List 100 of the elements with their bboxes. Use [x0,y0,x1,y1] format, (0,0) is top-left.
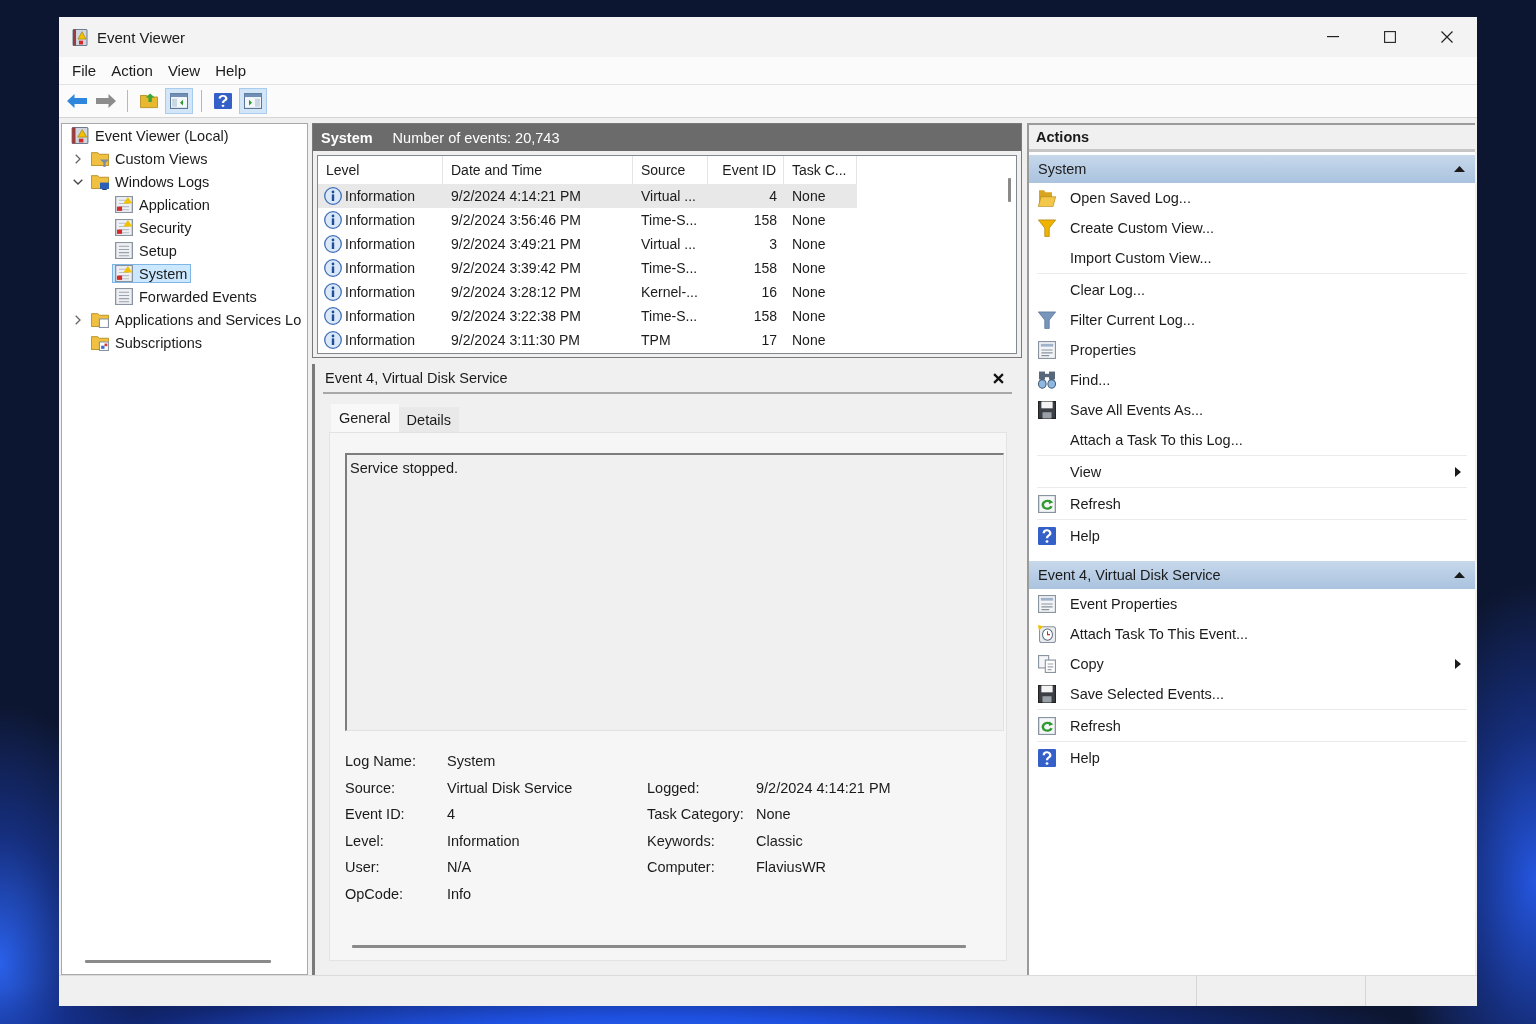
command-link[interactable]: Attach Task To This Event... [1029,619,1475,649]
collapse-arrow-icon [1454,572,1465,578]
tab[interactable]: Details [398,407,459,432]
command-link[interactable]: Save Selected Events... [1029,679,1475,709]
section-header[interactable]: Event 4, Virtual Disk Service [1029,561,1475,589]
chevron-right-icon[interactable] [75,314,81,325]
command-link[interactable]: Help [1029,743,1475,773]
field-value: Info [447,885,473,902]
folder-page-icon [91,311,109,328]
table-cell-text: 9/2/2024 3:11:30 PM [450,331,581,350]
command-link[interactable]: Copy [1029,649,1475,679]
command-link[interactable]: Clear Log... [1029,275,1475,305]
table-row[interactable]: Information 9/2/2024 3:56:46 PM Time-S... 158 None [318,208,857,232]
help-icon [1038,749,1056,767]
menu-item[interactable]: View [160,59,209,82]
table-cell-text: 3 [768,235,778,254]
table-cell: Information [345,236,416,252]
tree-item[interactable]: Forwarded Events [112,287,261,306]
command-link[interactable]: Properties [1029,335,1475,365]
horizontal-scrollbar[interactable] [352,945,966,948]
table-cell-text: 4 [768,187,778,206]
folder-monitor-icon [91,173,109,190]
event-log-icon [72,28,88,46]
menu-item[interactable]: Help [208,59,254,82]
event-count: Number of events: 20,743 [392,129,560,146]
menu-item[interactable]: Action [104,59,161,82]
table-cell-text: None [791,187,827,206]
tree-item[interactable]: Security [112,218,196,237]
event-log-icon [71,127,89,144]
back-arrow-icon [67,94,87,108]
field-label: Event ID: [345,806,406,823]
table-cell-text: None [791,331,827,350]
table-cell: Information [345,188,416,204]
section-header[interactable]: System [1029,155,1475,183]
detail-title: Event 4, Virtual Disk Service [324,370,508,386]
command-link[interactable]: Help [1029,521,1475,551]
log-warning-icon [115,196,133,213]
menu-item[interactable]: File [65,59,105,82]
table-cell-text: 158 [752,307,778,326]
refresh-icon [1038,717,1056,735]
field-label: User: [345,859,381,876]
table-row[interactable]: Information 9/2/2024 3:39:42 PM Time-S... 158 None [318,256,857,280]
chevron-right-icon[interactable] [75,153,81,164]
command-link[interactable]: Open Saved Log... [1029,183,1475,213]
command-link[interactable]: Event Properties [1029,589,1475,619]
field-label: Computer: [647,859,716,876]
info-icon [324,187,342,205]
horizontal-scrollbar[interactable] [85,960,271,963]
table-cell-text: 9/2/2024 3:22:38 PM [450,307,582,326]
table-cell-text: 9/2/2024 3:56:46 PM [450,211,582,230]
chevron-down-icon[interactable] [73,178,83,185]
action-pane-button[interactable] [239,88,267,114]
tree-item[interactable]: System [112,264,192,283]
tree-item[interactable]: Application [112,195,214,214]
console-tree-button[interactable] [165,88,193,114]
table-cell-text: Time-S... [640,211,699,230]
table-row[interactable]: Information 9/2/2024 3:28:12 PM Kernel-... 16 None [318,280,857,304]
action-pane-icon [244,93,262,109]
table-cell-text: 158 [752,211,778,230]
clock-icon [1038,625,1056,643]
message-field[interactable]: Service stopped. [345,453,1004,731]
command-link[interactable]: View [1029,457,1475,487]
command-link[interactable]: Refresh [1029,489,1475,519]
field-value: FlaviusWR [756,859,827,876]
refresh-icon [1038,495,1056,513]
table-cell-text: 9/2/2024 3:39:42 PM [450,259,582,278]
table-cell: Information [345,308,416,324]
field-value: Virtual Disk Service [447,779,574,796]
tree-item[interactable]: Applications and Services Lo [88,310,306,329]
table-cell-text: None [791,235,827,254]
close-button[interactable] [991,371,1005,385]
table-cell-text: 9/2/2024 4:14:21 PM [450,187,582,206]
field-value: None [756,806,791,823]
command-link[interactable]: Create Custom View... [1029,213,1475,243]
command-link[interactable]: Import Custom View... [1029,243,1475,273]
command-link[interactable]: Filter Current Log... [1029,305,1475,335]
scrollbar-thumb[interactable] [1007,178,1011,202]
command-link[interactable]: Attach a Task To this Log... [1029,425,1475,455]
table-row[interactable]: Information 9/2/2024 4:14:21 PM Virtual ... 4 None [318,184,857,208]
log-title: System [321,129,373,146]
tree-item[interactable]: Windows Logs [88,172,214,191]
tree-item[interactable]: Subscriptions [88,333,207,352]
tab[interactable]: General [331,404,399,432]
tree-item[interactable]: Setup [112,241,181,260]
command-link[interactable]: Find... [1029,365,1475,395]
command-link[interactable]: Save All Events As... [1029,395,1475,425]
field-value: System [447,753,497,770]
copy-icon [1038,655,1056,673]
tree-item[interactable]: Custom Views [88,149,212,168]
field-value: 9/2/2024 4:14:21 PM [756,779,891,796]
submenu-arrow-icon [1455,659,1461,669]
window-title: Event Viewer [97,28,186,46]
table-row[interactable]: Information 9/2/2024 3:11:30 PM TPM 17 None [318,328,857,352]
table-row[interactable]: Information 9/2/2024 3:22:38 PM Time-S... 158 None [318,304,857,328]
table-row[interactable]: Information 9/2/2024 3:49:21 PM Virtual ... 3 None [318,232,857,256]
table-cell-text: None [791,307,827,326]
command-link[interactable]: Refresh [1029,711,1475,741]
table-cell-text: 158 [752,259,778,278]
tree-item[interactable]: Event Viewer (Local) [68,126,233,145]
info-icon [324,331,342,349]
